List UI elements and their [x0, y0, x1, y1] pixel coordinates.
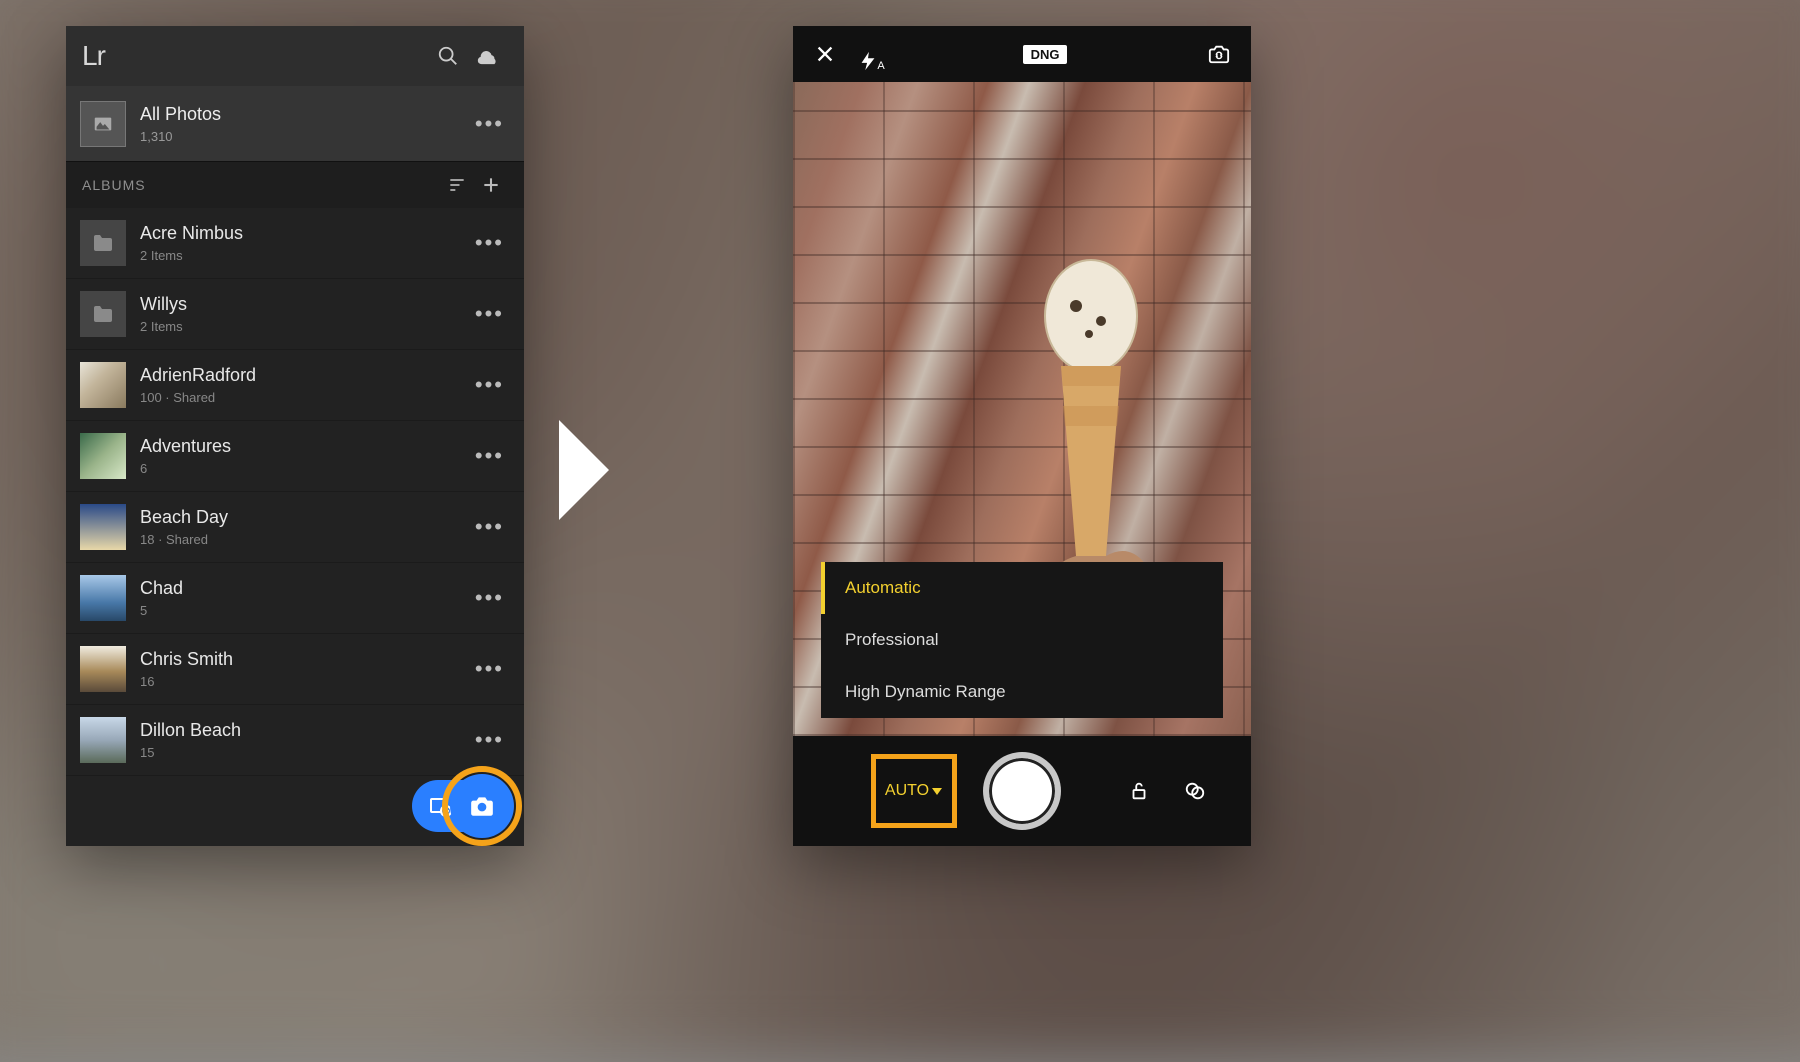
album-subtitle: 15 — [140, 745, 469, 760]
album-row[interactable]: AdrienRadford 100 · Shared••• — [66, 350, 524, 421]
album-row[interactable]: Dillon Beach 15••• — [66, 705, 524, 776]
switch-camera-icon[interactable] — [1201, 36, 1237, 72]
lightroom-logo: Lr — [82, 40, 428, 72]
album-subtitle: 18 · Shared — [140, 532, 469, 547]
add-album-icon[interactable] — [474, 168, 508, 202]
more-icon[interactable]: ••• — [469, 372, 510, 398]
camera-mode-item[interactable]: Professional — [821, 614, 1223, 666]
album-row[interactable]: Willys 2 Items••• — [66, 279, 524, 350]
album-thumbnail — [80, 504, 126, 550]
album-text: Beach Day 18 · Shared — [140, 507, 469, 547]
album-row[interactable]: Chad 5••• — [66, 563, 524, 634]
app-header: Lr — [66, 26, 524, 86]
file-format-badge[interactable]: DNG — [1023, 45, 1068, 64]
album-text: Willys 2 Items — [140, 294, 469, 334]
more-icon[interactable]: ••• — [469, 301, 510, 327]
highlight-ring — [442, 766, 522, 846]
photos-icon — [80, 101, 126, 147]
cloud-sync-icon[interactable] — [468, 36, 508, 76]
camera-mode-item[interactable]: Automatic — [821, 562, 1223, 614]
album-row[interactable]: Adventures 6••• — [66, 421, 524, 492]
flash-auto-icon[interactable]: A — [853, 36, 889, 72]
mode-selector-button[interactable]: AUTO — [871, 754, 957, 828]
albums-section-label: ALBUMS — [82, 177, 440, 193]
album-title: Beach Day — [140, 507, 469, 528]
album-title: Dillon Beach — [140, 720, 469, 741]
album-thumbnail — [80, 433, 126, 479]
folder-icon — [80, 291, 126, 337]
album-title: Chris Smith — [140, 649, 469, 670]
album-row[interactable]: Acre Nimbus 2 Items••• — [66, 208, 524, 279]
album-title: Chad — [140, 578, 469, 599]
camera-viewfinder[interactable]: AutomaticProfessionalHigh Dynamic Range — [793, 82, 1251, 736]
transition-arrow-icon — [556, 420, 612, 520]
more-icon[interactable]: ••• — [469, 111, 510, 137]
lock-icon[interactable] — [1123, 775, 1155, 807]
camera-bottom-bar: AUTO — [793, 736, 1251, 846]
more-icon[interactable]: ••• — [469, 727, 510, 753]
shutter-button[interactable] — [983, 752, 1061, 830]
more-icon[interactable]: ••• — [469, 443, 510, 469]
floating-action-group — [412, 780, 508, 832]
more-icon[interactable]: ••• — [469, 585, 510, 611]
album-thumbnail — [80, 575, 126, 621]
album-subtitle: 16 — [140, 674, 469, 689]
album-list: Acre Nimbus2 Items•••Willys2 Items•••Adr… — [66, 208, 524, 846]
album-row[interactable]: Chris Smith 16••• — [66, 634, 524, 705]
album-subtitle: 6 — [140, 461, 469, 476]
album-title: Acre Nimbus — [140, 223, 469, 244]
album-text: Dillon Beach 15 — [140, 720, 469, 760]
album-thumbnail — [80, 717, 126, 763]
mode-selector-label: AUTO — [885, 782, 929, 800]
album-text: Chad 5 — [140, 578, 469, 618]
chevron-down-icon — [931, 785, 943, 797]
album-subtitle: 5 — [140, 603, 469, 618]
close-icon[interactable] — [807, 36, 843, 72]
album-subtitle: 2 Items — [140, 248, 469, 263]
album-row[interactable]: Beach Day 18 · Shared••• — [66, 492, 524, 563]
album-text: AdrienRadford 100 · Shared — [140, 365, 469, 405]
more-icon[interactable]: ••• — [469, 514, 510, 540]
album-text: Chris Smith 16 — [140, 649, 469, 689]
camera-mode-item[interactable]: High Dynamic Range — [821, 666, 1223, 718]
more-icon[interactable]: ••• — [469, 230, 510, 256]
more-icon[interactable]: ••• — [469, 656, 510, 682]
lightroom-camera-screen: A DNG AutomaticProfessionalHigh Dynamic … — [793, 26, 1251, 846]
all-photos-count: 1,310 — [140, 129, 469, 144]
album-text: Adventures 6 — [140, 436, 469, 476]
presets-icon[interactable] — [1179, 775, 1211, 807]
camera-top-bar: A DNG — [793, 26, 1251, 82]
lightroom-library-screen: Lr All Photos 1,310 ••• ALBUMS Acre Nimb… — [66, 26, 524, 846]
flash-mode-label: A — [877, 60, 884, 72]
album-title: Adventures — [140, 436, 469, 457]
all-photos-title: All Photos — [140, 104, 469, 125]
camera-mode-menu: AutomaticProfessionalHigh Dynamic Range — [821, 562, 1223, 718]
album-title: AdrienRadford — [140, 365, 469, 386]
album-subtitle: 2 Items — [140, 319, 469, 334]
album-title: Willys — [140, 294, 469, 315]
all-photos-text: All Photos 1,310 — [140, 104, 469, 144]
all-photos-row[interactable]: All Photos 1,310 ••• — [66, 86, 524, 162]
search-icon[interactable] — [428, 36, 468, 76]
sort-icon[interactable] — [440, 168, 474, 202]
album-thumbnail — [80, 646, 126, 692]
album-text: Acre Nimbus 2 Items — [140, 223, 469, 263]
folder-icon — [80, 220, 126, 266]
album-thumbnail — [80, 362, 126, 408]
albums-section-header: ALBUMS — [66, 162, 524, 208]
album-subtitle: 100 · Shared — [140, 390, 469, 405]
